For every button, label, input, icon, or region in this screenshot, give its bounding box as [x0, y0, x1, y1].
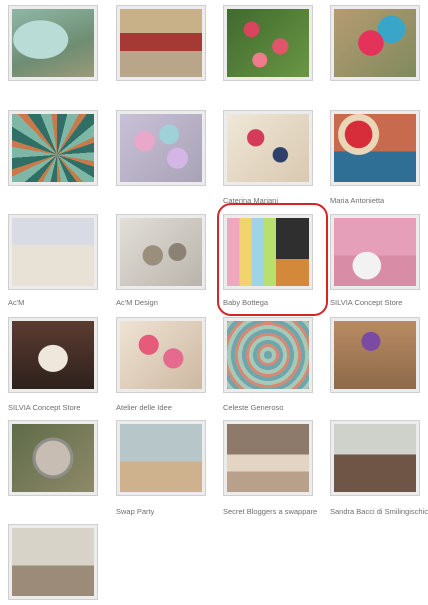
- thumbnail-image: [227, 424, 309, 492]
- thumbnail-image: [120, 424, 202, 492]
- gallery-thumbnail[interactable]: [8, 214, 98, 290]
- gallery-caption[interactable]: Atelier delle Idee: [116, 403, 172, 412]
- gallery-thumbnail[interactable]: [116, 317, 206, 393]
- gallery-thumbnail[interactable]: [8, 420, 98, 496]
- thumbnail-image: [12, 528, 94, 596]
- thumbnail-image: [334, 114, 416, 182]
- gallery-caption[interactable]: Baby Bottega: [223, 298, 268, 307]
- thumbnail-image: [227, 114, 309, 182]
- gallery-caption[interactable]: Ac'M: [8, 298, 24, 307]
- gallery-caption[interactable]: Maria Antonietta: [330, 196, 384, 205]
- thumbnail-image: [12, 424, 94, 492]
- thumbnail-image: [334, 218, 416, 286]
- thumbnail-image: [120, 114, 202, 182]
- thumbnail-image: [227, 321, 309, 389]
- thumbnail-image: [227, 218, 309, 286]
- gallery-thumbnail[interactable]: [8, 5, 98, 81]
- gallery-thumbnail[interactable]: [223, 110, 313, 186]
- gallery-thumbnail[interactable]: [330, 110, 420, 186]
- thumbnail-image: [12, 218, 94, 286]
- gallery-caption[interactable]: SILVIA Concept Store: [330, 298, 402, 307]
- gallery-caption[interactable]: Ac'M Design: [116, 298, 158, 307]
- thumbnail-image: [12, 114, 94, 182]
- gallery-thumbnail[interactable]: [116, 110, 206, 186]
- gallery-thumbnail[interactable]: [116, 5, 206, 81]
- gallery-caption[interactable]: SILVIA Concept Store: [8, 403, 80, 412]
- gallery-thumbnail[interactable]: [223, 5, 313, 81]
- gallery-thumbnail[interactable]: [330, 420, 420, 496]
- gallery-caption[interactable]: Celeste Generoso: [223, 403, 283, 412]
- gallery-thumbnail[interactable]: [330, 317, 420, 393]
- thumbnail-image: [12, 9, 94, 77]
- gallery-thumbnail[interactable]: [223, 214, 313, 290]
- gallery-thumbnail[interactable]: [330, 5, 420, 81]
- gallery-caption[interactable]: Caterina Mariani: [223, 196, 278, 205]
- gallery-thumbnail[interactable]: [223, 420, 313, 496]
- gallery-thumbnail[interactable]: [223, 317, 313, 393]
- thumbnail-image: [120, 321, 202, 389]
- thumbnail-image: [334, 424, 416, 492]
- thumbnail-image: [334, 321, 416, 389]
- gallery-caption[interactable]: Secret Bloggers a swappare: [223, 507, 317, 516]
- thumbnail-image: [120, 218, 202, 286]
- gallery-thumbnail[interactable]: [8, 317, 98, 393]
- thumbnail-image: [227, 9, 309, 77]
- gallery-thumbnail[interactable]: [8, 110, 98, 186]
- gallery-thumbnail[interactable]: [8, 524, 98, 600]
- thumbnail-image: [120, 9, 202, 77]
- gallery-thumbnail[interactable]: [330, 214, 420, 290]
- gallery-thumbnail[interactable]: [116, 420, 206, 496]
- gallery-caption[interactable]: Swap Party: [116, 507, 154, 516]
- gallery-thumbnail[interactable]: [116, 214, 206, 290]
- thumbnail-image: [334, 9, 416, 77]
- thumbnail-image: [12, 321, 94, 389]
- gallery-caption[interactable]: Sandra Bacci di Smilingischic: [330, 507, 428, 516]
